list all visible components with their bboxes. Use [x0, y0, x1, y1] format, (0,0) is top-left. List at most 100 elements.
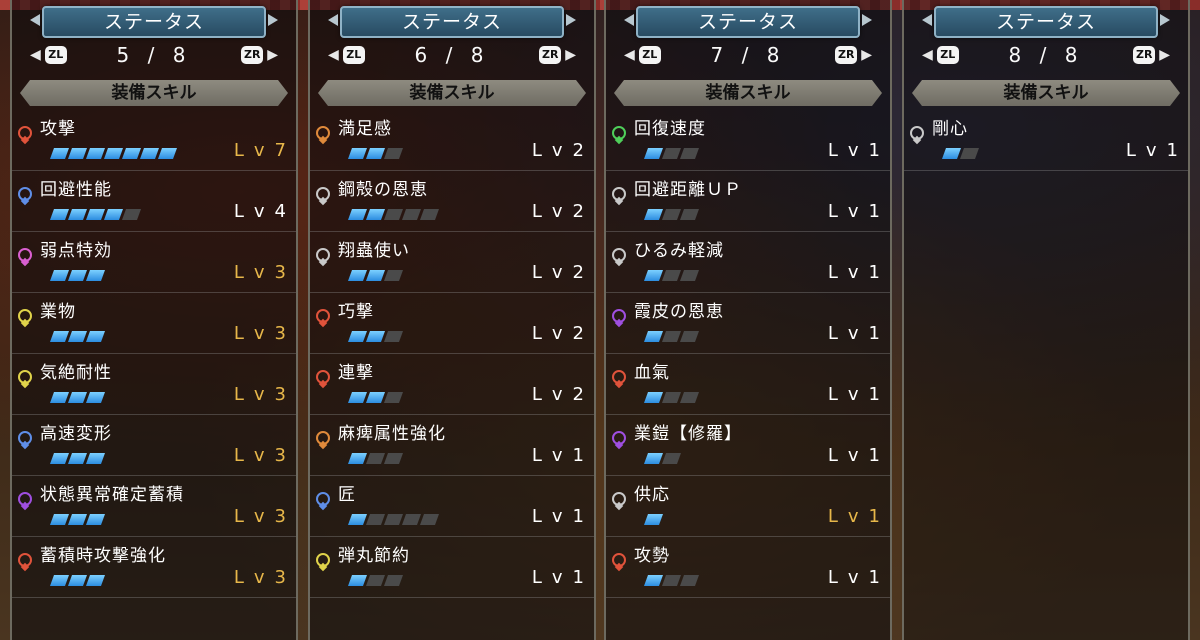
gauge-segment: [941, 148, 962, 159]
skill-row[interactable]: 血氣 Lv1: [606, 354, 890, 415]
status-panel: ステータス ◀ ZL 8 / 8 ZR ▶ 装備スキル 剛心 Lv1: [902, 0, 1190, 640]
prev-page-button[interactable]: ◀ ZL: [328, 46, 369, 64]
prev-page-button[interactable]: ◀ ZL: [30, 46, 71, 64]
status-panel: ステータス ◀ ZL 5 / 8 ZR ▶ 装備スキル 攻撃 Lv7 回避性能 Lv4 弱…: [10, 0, 298, 640]
level-label: Lv: [531, 567, 573, 588]
skill-row[interactable]: 巧撃 Lv2: [310, 293, 594, 354]
gauge-segment: [67, 514, 88, 525]
skill-row[interactable]: 回避距離ＵＰ Lv1: [606, 171, 890, 232]
skill-name: 血氣: [634, 363, 670, 383]
skill-name: 攻勢: [634, 546, 670, 566]
skill-row[interactable]: 弱点特効 Lv3: [12, 232, 296, 293]
skill-row[interactable]: 高速変形 Lv3: [12, 415, 296, 476]
gauge-segment: [139, 148, 160, 159]
gauge-segment: [365, 392, 386, 403]
gauge-segment: [49, 392, 70, 403]
level-label: Lv: [233, 445, 275, 466]
skill-row[interactable]: 剛心 Lv1: [904, 110, 1188, 171]
zl-button-icon: ZL: [638, 46, 661, 64]
gauge-segment: [67, 270, 88, 281]
next-page-button[interactable]: ZR ▶: [535, 46, 576, 64]
next-page-button[interactable]: ZR ▶: [831, 46, 872, 64]
skill-name: 回復速度: [634, 119, 706, 139]
skill-row[interactable]: 状態異常確定蓄積 Lv3: [12, 476, 296, 537]
gauge-segment: [679, 148, 700, 159]
level-number: 1: [868, 506, 880, 527]
gauge-segment: [383, 331, 404, 342]
skill-row[interactable]: 回避性能 Lv4: [12, 171, 296, 232]
skill-decoration-icon: [612, 431, 626, 445]
level-label: Lv: [233, 384, 275, 405]
skill-decoration-icon: [18, 431, 32, 445]
skill-level-gauge: [49, 453, 106, 464]
skill-list: 満足感 Lv2 鋼殻の恩恵 Lv2 翔蟲使い Lv2 巧撃 Lv2 連撃 Lv2 麻痺属性強化 Lv1…: [310, 110, 594, 598]
skill-decoration-icon: [18, 248, 32, 262]
skill-decoration-icon: [612, 492, 626, 506]
skill-row[interactable]: 回復速度 Lv1: [606, 110, 890, 171]
skill-level: Lv1: [828, 323, 880, 344]
skill-row[interactable]: 匠 Lv1: [310, 476, 594, 537]
skill-decoration-icon: [612, 126, 626, 140]
skill-row[interactable]: 満足感 Lv2: [310, 110, 594, 171]
gauge-segment: [49, 148, 70, 159]
gauge-segment: [643, 514, 664, 525]
skill-row[interactable]: 鋼殻の恩恵 Lv2: [310, 171, 594, 232]
prev-page-button[interactable]: ◀ ZL: [922, 46, 963, 64]
skill-row[interactable]: 気絶耐性 Lv3: [12, 354, 296, 415]
arrow-left-icon: ◀: [328, 47, 339, 63]
gauge-segment: [661, 331, 682, 342]
skill-name: 供応: [634, 485, 670, 505]
gauge-segment: [643, 575, 664, 586]
gauge-segment: [49, 331, 70, 342]
skill-name: 満足感: [338, 119, 392, 139]
skill-level-gauge: [643, 148, 700, 159]
zl-button-icon: ZL: [44, 46, 67, 64]
next-page-button[interactable]: ZR ▶: [1129, 46, 1170, 64]
zr-button-icon: ZR: [539, 46, 562, 64]
skill-row[interactable]: 供応 Lv1: [606, 476, 890, 537]
panel-title: ステータス: [42, 6, 266, 38]
skill-row[interactable]: 業物 Lv3: [12, 293, 296, 354]
gauge-segment: [67, 392, 88, 403]
skill-decoration-icon: [18, 553, 32, 567]
skill-row[interactable]: 霞皮の恩恵 Lv1: [606, 293, 890, 354]
skill-level-gauge: [49, 148, 178, 159]
skill-row[interactable]: 翔蟲使い Lv2: [310, 232, 594, 293]
skill-name: 鋼殻の恩恵: [338, 180, 428, 200]
skill-row[interactable]: 業鎧【修羅】 Lv1: [606, 415, 890, 476]
gauge-segment: [365, 331, 386, 342]
skill-row[interactable]: 麻痺属性強化 Lv1: [310, 415, 594, 476]
skill-level: Lv1: [828, 201, 880, 222]
skill-row[interactable]: 蓄積時攻撃強化 Lv3: [12, 537, 296, 598]
gauge-segment: [401, 209, 422, 220]
gauge-segment: [85, 148, 106, 159]
skill-level-gauge: [941, 148, 980, 159]
gauge-segment: [67, 453, 88, 464]
skill-name: 蓄積時攻撃強化: [40, 546, 166, 566]
skill-row[interactable]: 攻勢 Lv1: [606, 537, 890, 598]
arrow-left-icon: ◀: [922, 47, 933, 63]
skill-name: 回避距離ＵＰ: [634, 180, 742, 200]
skill-row[interactable]: 弾丸節約 Lv1: [310, 537, 594, 598]
skill-name: 霞皮の恩恵: [634, 302, 724, 322]
gauge-segment: [643, 209, 664, 220]
skill-name: 翔蟲使い: [338, 241, 410, 261]
skill-level-gauge: [347, 270, 404, 281]
skill-decoration-icon: [910, 126, 924, 140]
skill-level: Lv4: [234, 201, 286, 222]
zl-button-icon: ZL: [936, 46, 959, 64]
gauge-segment: [383, 453, 404, 464]
level-number: 3: [274, 323, 286, 344]
skill-level: Lv2: [532, 262, 584, 283]
skill-row[interactable]: 攻撃 Lv7: [12, 110, 296, 171]
skill-row[interactable]: 連撃 Lv2: [310, 354, 594, 415]
skill-level: Lv1: [828, 140, 880, 161]
zr-button-icon: ZR: [1133, 46, 1156, 64]
section-header: 装備スキル: [20, 80, 288, 106]
next-page-button[interactable]: ZR ▶: [237, 46, 278, 64]
gauge-segment: [643, 392, 664, 403]
skill-row[interactable]: ひるみ軽減 Lv1: [606, 232, 890, 293]
level-label: Lv: [531, 323, 573, 344]
prev-page-button[interactable]: ◀ ZL: [624, 46, 665, 64]
skill-decoration-icon: [18, 187, 32, 201]
